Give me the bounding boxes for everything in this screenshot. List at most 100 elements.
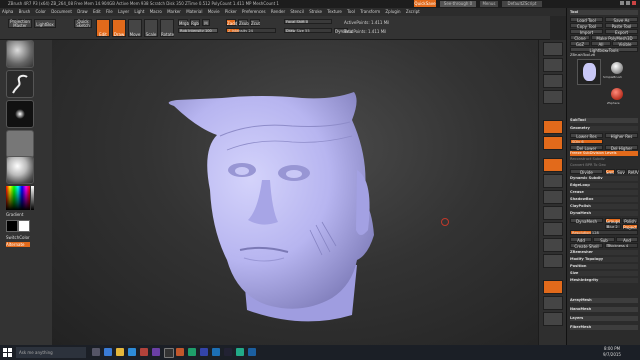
menu-macro[interactable]: Macro bbox=[150, 9, 162, 14]
app-icon-1[interactable] bbox=[140, 348, 148, 356]
crease-header[interactable]: Crease bbox=[570, 190, 638, 195]
menu-zscript[interactable]: Zscript bbox=[406, 9, 420, 14]
menu-render[interactable]: Render bbox=[271, 9, 285, 14]
app-icon-6[interactable] bbox=[212, 348, 220, 356]
divide-button[interactable]: Divide bbox=[570, 169, 603, 175]
menu-edit[interactable]: Edit bbox=[93, 9, 101, 14]
layers-header[interactable]: Layers bbox=[570, 316, 638, 321]
geometry-header[interactable]: Geometry bbox=[570, 126, 638, 131]
sdiv-slider[interactable]: SDiv 6 bbox=[570, 139, 603, 144]
thickness-slider[interactable]: Thickness 4 bbox=[605, 243, 638, 248]
save-as-button[interactable]: Save As bbox=[605, 17, 638, 23]
visible-button[interactable]: Visible bbox=[612, 41, 638, 47]
menu-tool[interactable]: Tool bbox=[347, 9, 355, 14]
menu-alpha[interactable]: Alpha bbox=[2, 9, 13, 14]
import-button[interactable]: Import bbox=[570, 29, 603, 35]
clock-date[interactable]: 9/7/2015 bbox=[592, 352, 632, 358]
edge-icon[interactable] bbox=[104, 348, 112, 356]
menu-brush[interactable]: Brush bbox=[19, 9, 31, 14]
all-button[interactable]: All bbox=[591, 41, 611, 47]
stroke-thumbnail[interactable] bbox=[6, 70, 34, 98]
rotate-button[interactable]: Rotate bbox=[160, 19, 174, 37]
menu-material[interactable]: Material bbox=[186, 9, 202, 14]
persp-icon[interactable] bbox=[543, 120, 563, 134]
xyz-rotate-icon[interactable] bbox=[543, 190, 563, 204]
del-higher-button[interactable]: Del Higher bbox=[605, 145, 638, 151]
quick-sketch-button[interactable]: Quick Sketch bbox=[74, 19, 92, 28]
mrgb-button[interactable]: Mrgb bbox=[178, 19, 189, 26]
rotate-view-icon[interactable] bbox=[543, 254, 563, 268]
menu-color[interactable]: Color bbox=[35, 9, 45, 14]
export-button[interactable]: Export bbox=[605, 29, 638, 35]
position-header[interactable]: Position bbox=[570, 264, 638, 269]
del-lower-button[interactable]: Del Lower bbox=[570, 145, 603, 151]
lightbox-button[interactable]: LightBox bbox=[34, 19, 56, 28]
scale-button[interactable]: Scale bbox=[144, 19, 158, 37]
dynamic-subdiv-header[interactable]: Dynamic Subdiv bbox=[570, 176, 638, 181]
color-value-bar[interactable] bbox=[31, 186, 34, 210]
brush-thumbnail[interactable] bbox=[6, 40, 34, 68]
move-view-icon[interactable] bbox=[543, 222, 563, 236]
rgb-button[interactable]: Rgb bbox=[190, 19, 200, 26]
menu-file[interactable]: File bbox=[106, 9, 113, 14]
smt-button[interactable]: Smt bbox=[605, 169, 615, 175]
menu-transform[interactable]: Transform bbox=[360, 9, 380, 14]
z-intensity-slider[interactable]: Z Intensity 24 bbox=[226, 28, 276, 33]
menu-document[interactable]: Document bbox=[51, 9, 72, 14]
main-color-swatch[interactable] bbox=[6, 220, 18, 232]
tool-name-slider[interactable]: ZBrushTool.ztl bbox=[570, 53, 638, 58]
menu-stencil[interactable]: Stencil bbox=[290, 9, 304, 14]
gradient-label[interactable]: Gradient bbox=[6, 212, 32, 217]
start-icon[interactable] bbox=[3, 348, 12, 357]
solo-icon[interactable] bbox=[543, 312, 563, 326]
reconstruct-subdiv-button[interactable]: Reconstruct Subdiv bbox=[570, 157, 638, 162]
quicksave-button[interactable]: QuickSave bbox=[414, 0, 436, 7]
edit-button[interactable]: Edit bbox=[96, 19, 110, 37]
secondary-color-swatch[interactable] bbox=[18, 220, 30, 232]
material-thumbnail[interactable] bbox=[6, 156, 34, 184]
menu-texture[interactable]: Texture bbox=[327, 9, 342, 14]
projection-master-button[interactable]: Projection Master bbox=[8, 19, 32, 28]
blur-slider[interactable]: Blur 2 bbox=[605, 224, 621, 229]
explorer-icon[interactable] bbox=[116, 348, 124, 356]
dynamesh-button[interactable]: DynaMesh bbox=[570, 218, 603, 224]
clone-button[interactable]: Clone bbox=[570, 35, 590, 41]
task-view-icon[interactable] bbox=[92, 348, 100, 356]
scroll-icon[interactable] bbox=[543, 74, 563, 88]
app-icon-7[interactable] bbox=[224, 348, 232, 356]
resolution-slider[interactable]: Resolution 128 bbox=[570, 230, 638, 235]
local-icon[interactable] bbox=[543, 158, 563, 172]
add-button[interactable]: Add bbox=[570, 237, 592, 243]
menu-picker[interactable]: Picker bbox=[225, 9, 237, 14]
nanomesh-header[interactable]: NanoMesh bbox=[570, 307, 638, 312]
claypolish-header[interactable]: ClayPolish bbox=[570, 204, 638, 209]
copy-tool-button[interactable]: Copy Tool bbox=[570, 23, 603, 29]
taskbar-search[interactable]: Ask me anything bbox=[16, 347, 86, 358]
minimize-icon[interactable] bbox=[620, 1, 624, 5]
alternate-button[interactable]: Alternate bbox=[6, 242, 30, 247]
zoom-icon[interactable] bbox=[543, 90, 563, 104]
menu-preferences[interactable]: Preferences bbox=[242, 9, 266, 14]
goz-button[interactable]: GoZ bbox=[570, 41, 590, 47]
zbrush-icon[interactable] bbox=[164, 348, 174, 358]
paste-tool-button[interactable]: Paste Tool bbox=[605, 23, 638, 29]
load-tool-button[interactable]: Load Tool bbox=[570, 17, 603, 23]
dynamesh-header[interactable]: DynaMesh bbox=[570, 211, 638, 216]
draw-size-slider[interactable]: Draw Size 55 bbox=[284, 28, 332, 33]
modify-topology-header[interactable]: Modify Topology bbox=[570, 257, 638, 262]
app-icon-9[interactable] bbox=[248, 348, 256, 356]
draw-button[interactable]: Draw bbox=[112, 19, 126, 37]
texture-thumbnail[interactable] bbox=[6, 130, 34, 158]
zsphere-icon[interactable] bbox=[611, 88, 623, 100]
freeze-subdivision-button[interactable]: Freeze SubDivision Levels bbox=[570, 151, 638, 156]
meshintegrity-header[interactable]: MeshIntegrity bbox=[570, 278, 638, 283]
menu-movie[interactable]: Movie bbox=[208, 9, 220, 14]
scale-view-icon[interactable] bbox=[543, 238, 563, 252]
maximize-icon[interactable] bbox=[626, 1, 630, 5]
zcut-button[interactable]: Zcut bbox=[250, 19, 260, 26]
polish-button[interactable]: Polish bbox=[622, 218, 638, 224]
sub-button[interactable]: Sub bbox=[593, 237, 615, 243]
app-icon-8[interactable] bbox=[236, 348, 244, 356]
suv-button[interactable]: Suv bbox=[616, 169, 626, 175]
store-icon[interactable] bbox=[128, 348, 136, 356]
